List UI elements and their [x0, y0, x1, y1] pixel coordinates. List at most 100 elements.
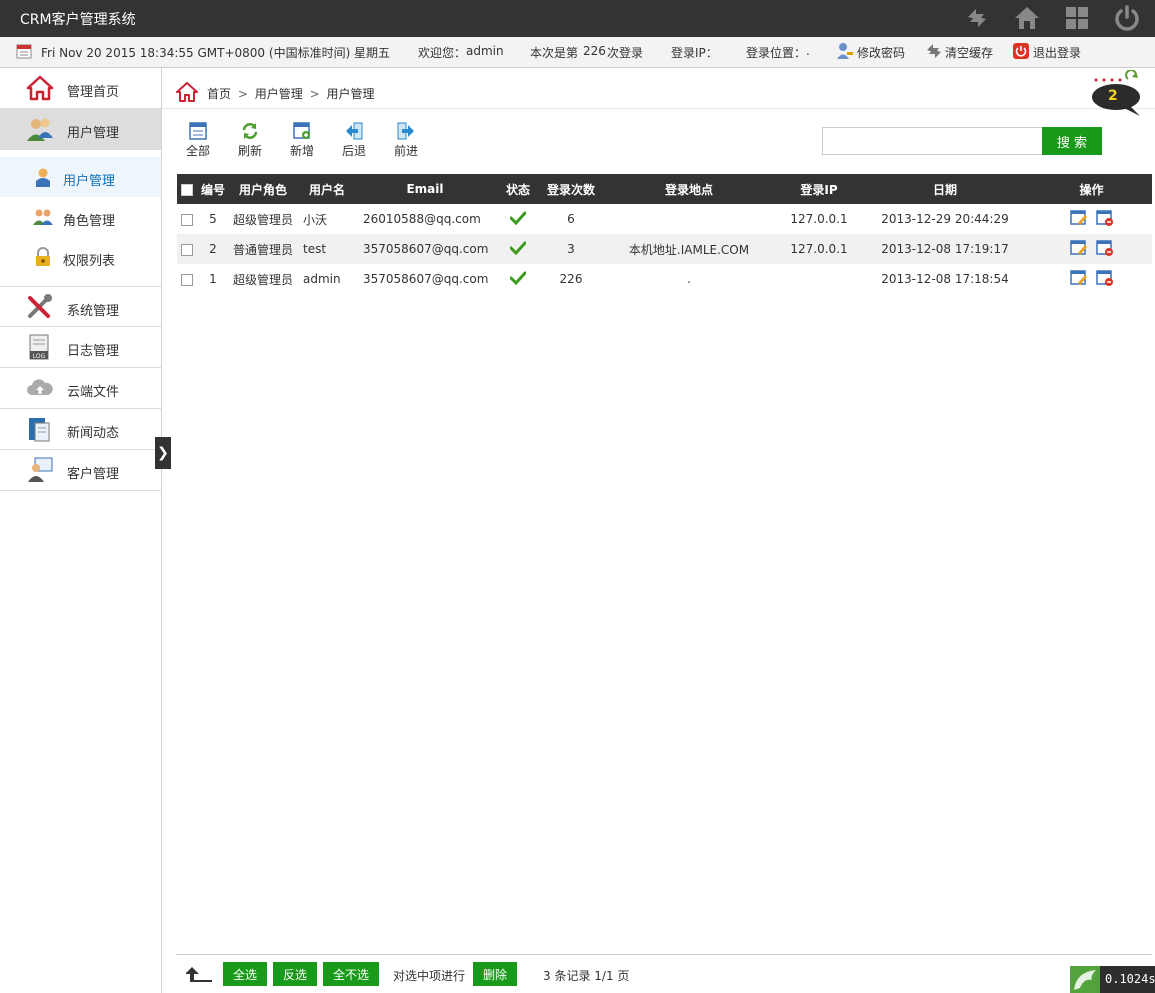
- invert-selection-button[interactable]: 反选: [273, 962, 317, 986]
- leaf-logo-icon: [1070, 966, 1100, 993]
- customer-icon: [26, 457, 54, 483]
- column-header: 操作: [1031, 174, 1152, 204]
- cell-role: 超级管理员: [232, 212, 293, 227]
- select-all-checkbox[interactable]: [181, 183, 193, 196]
- breadcrumb-separator: >: [309, 87, 320, 101]
- roles-icon: [33, 207, 53, 227]
- submenu-role-management[interactable]: 角色管理: [0, 197, 161, 237]
- return-arrow-icon[interactable]: [185, 966, 214, 985]
- cell-location: 本机地址.IAMLE.COM: [599, 234, 779, 264]
- sidebar-item-home[interactable]: 管理首页: [0, 68, 161, 109]
- cell-username: test: [297, 234, 357, 264]
- login-count: 226: [583, 44, 606, 58]
- edit-icon[interactable]: [1069, 209, 1088, 226]
- cell-location: [599, 204, 779, 234]
- cloud-icon: [26, 375, 54, 401]
- datetime: Fri Nov 20 2015 18:34:55 GMT+0800 (中国标准时…: [41, 46, 391, 60]
- select-all-button[interactable]: 全选: [223, 962, 267, 986]
- cell-date: 2013-12-08 17:18:54: [881, 272, 1009, 286]
- sidebar-item-label: 客户管理: [67, 467, 120, 482]
- cell-id: 5: [209, 212, 217, 226]
- logout-link[interactable]: 退出登录: [1033, 44, 1081, 61]
- toolbar-add-button[interactable]: 新增: [282, 122, 322, 159]
- sidebar-item-logs[interactable]: LOG 日志管理: [0, 327, 161, 368]
- search-button[interactable]: 搜 索: [1042, 127, 1102, 155]
- edit-icon[interactable]: [1069, 269, 1088, 286]
- cell-ip: 127.0.0.1: [790, 212, 848, 226]
- toolbar-label: 前进: [393, 144, 418, 158]
- users-icon: [26, 116, 54, 142]
- cell-email: 357058607@qq.com: [357, 234, 493, 264]
- table-header: 编号 用户角色 用户名 Email 状态 登录次数 登录地点 登录IP 日期 操…: [177, 174, 1152, 204]
- edit-icon[interactable]: [1069, 239, 1088, 256]
- toolbar-back-button[interactable]: 后退: [334, 122, 374, 159]
- performance-badge: 0.1024s: [1070, 966, 1155, 993]
- check-icon: [509, 271, 527, 285]
- sidebar-item-system[interactable]: 系统管理: [0, 286, 161, 327]
- calendar-icon: [16, 43, 32, 62]
- select-none-button[interactable]: 全不选: [323, 962, 379, 986]
- delete-icon[interactable]: [1095, 209, 1114, 226]
- cell-login-count: 226: [559, 272, 583, 286]
- sidebar-item-customers[interactable]: 客户管理: [0, 450, 161, 491]
- tools-icon: [26, 294, 54, 320]
- refresh-icon[interactable]: [963, 4, 991, 32]
- column-header: 用户角色: [229, 174, 297, 204]
- toolbar-refresh-button[interactable]: 刷新: [230, 122, 270, 159]
- sidebar: 管理首页 用户管理 用户管理 角色管理 权限列表 系统管理 LOG 日志管理 云…: [0, 68, 162, 993]
- row-checkbox[interactable]: [181, 273, 193, 286]
- submenu-user-management[interactable]: 用户管理: [0, 157, 161, 197]
- delete-button[interactable]: 删除: [473, 962, 517, 986]
- sidebar-item-label: 云端文件: [67, 385, 120, 400]
- breadcrumb-separator: >: [237, 87, 248, 101]
- refresh-icon: [241, 122, 259, 140]
- cell-date: 2013-12-29 20:44:29: [881, 212, 1009, 226]
- forward-icon: [397, 122, 415, 140]
- current-user: admin: [466, 44, 504, 58]
- delete-icon[interactable]: [1095, 269, 1114, 286]
- breadcrumb-home[interactable]: 首页: [207, 87, 231, 101]
- cell-login-count: 6: [567, 212, 575, 226]
- clear-cache-icon: [925, 42, 943, 63]
- home-icon[interactable]: [1013, 4, 1041, 32]
- power-icon[interactable]: [1113, 4, 1141, 32]
- toolbar-all-button[interactable]: 全部: [178, 122, 218, 159]
- cell-ip: [779, 264, 859, 294]
- apps-grid-icon[interactable]: [1063, 4, 1091, 32]
- home-icon[interactable]: [176, 82, 198, 105]
- row-checkbox[interactable]: [181, 243, 193, 256]
- toolbar-forward-button[interactable]: 前进: [386, 122, 426, 159]
- sidebar-item-label: 用户管理: [67, 126, 120, 141]
- cell-ip: 127.0.0.1: [779, 234, 859, 264]
- clear-cache-link[interactable]: 清空缓存: [945, 44, 993, 61]
- add-icon: [293, 122, 311, 140]
- notification-badge[interactable]: 2: [1090, 70, 1144, 118]
- submenu-label: 角色管理: [63, 214, 116, 229]
- table-row: 2 普通管理员 test 357058607@qq.com 3 本机地址.IAM…: [177, 234, 1152, 264]
- divider: [162, 108, 1155, 109]
- cell-role: 超级管理员: [232, 272, 293, 287]
- user-key-icon: [836, 42, 854, 63]
- submenu-permission-list[interactable]: 权限列表: [0, 237, 161, 277]
- sidebar-toggle[interactable]: ❯: [155, 437, 171, 469]
- login-ip-label: 登录IP：: [671, 46, 718, 60]
- load-time: 0.1024s: [1105, 972, 1155, 986]
- svg-text:LOG: LOG: [33, 353, 46, 360]
- sidebar-item-label: 新闻动态: [67, 426, 120, 441]
- delete-icon[interactable]: [1095, 239, 1114, 256]
- column-header: 用户名: [297, 174, 357, 204]
- breadcrumb-item[interactable]: 用户管理: [255, 87, 303, 101]
- search-input[interactable]: [822, 127, 1044, 155]
- column-header: Email: [357, 174, 493, 204]
- cell-username: 小沃: [303, 212, 328, 227]
- sidebar-item-news[interactable]: 新闻动态: [0, 409, 161, 450]
- logout-icon: [1013, 43, 1029, 62]
- sidebar-item-cloud-files[interactable]: 云端文件: [0, 368, 161, 409]
- table-row: 1 超级管理员 admin 357058607@qq.com 226 . 201…: [177, 264, 1152, 294]
- cell-id: 1: [209, 272, 217, 286]
- change-password-link[interactable]: 修改密码: [857, 44, 905, 61]
- row-checkbox[interactable]: [181, 213, 193, 226]
- lock-icon: [33, 247, 53, 267]
- sidebar-item-users[interactable]: 用户管理: [0, 109, 161, 150]
- login-count-suffix: 次登录: [607, 46, 644, 60]
